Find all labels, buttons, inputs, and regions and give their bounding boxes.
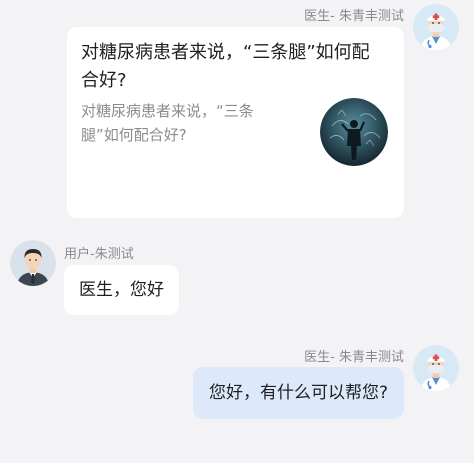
message-bubble[interactable]: 医生，您好 (64, 265, 179, 315)
sender-name: 用户-朱测试 (64, 247, 134, 262)
article-description: 对糖尿病患者来说，“三条腿”如何配合好? (81, 102, 254, 144)
message-bubble[interactable]: 您好，有什么可以帮您? (192, 367, 404, 419)
man-silhouette-thumbnail-icon (320, 98, 388, 166)
doctor-avatar-icon[interactable] (413, 4, 459, 50)
article-title: 对糖尿病患者来说，“三条腿”如何配合好? (81, 42, 370, 91)
chat-conversation: 医生- 朱青丰测试 对糖尿病患者来说，“三条腿”如何配合好? 对糖尿病患者来说，… (0, 0, 474, 463)
sender-name: 医生- 朱青丰测试 (304, 9, 404, 24)
article-card[interactable]: 对糖尿病患者来说，“三条腿”如何配合好? 对糖尿病患者来说，“三条腿”如何配合好… (67, 27, 404, 218)
sender-name: 医生- 朱青丰测试 (304, 350, 404, 365)
doctor-avatar-icon[interactable] (413, 345, 459, 391)
user-avatar-icon[interactable] (10, 240, 56, 286)
